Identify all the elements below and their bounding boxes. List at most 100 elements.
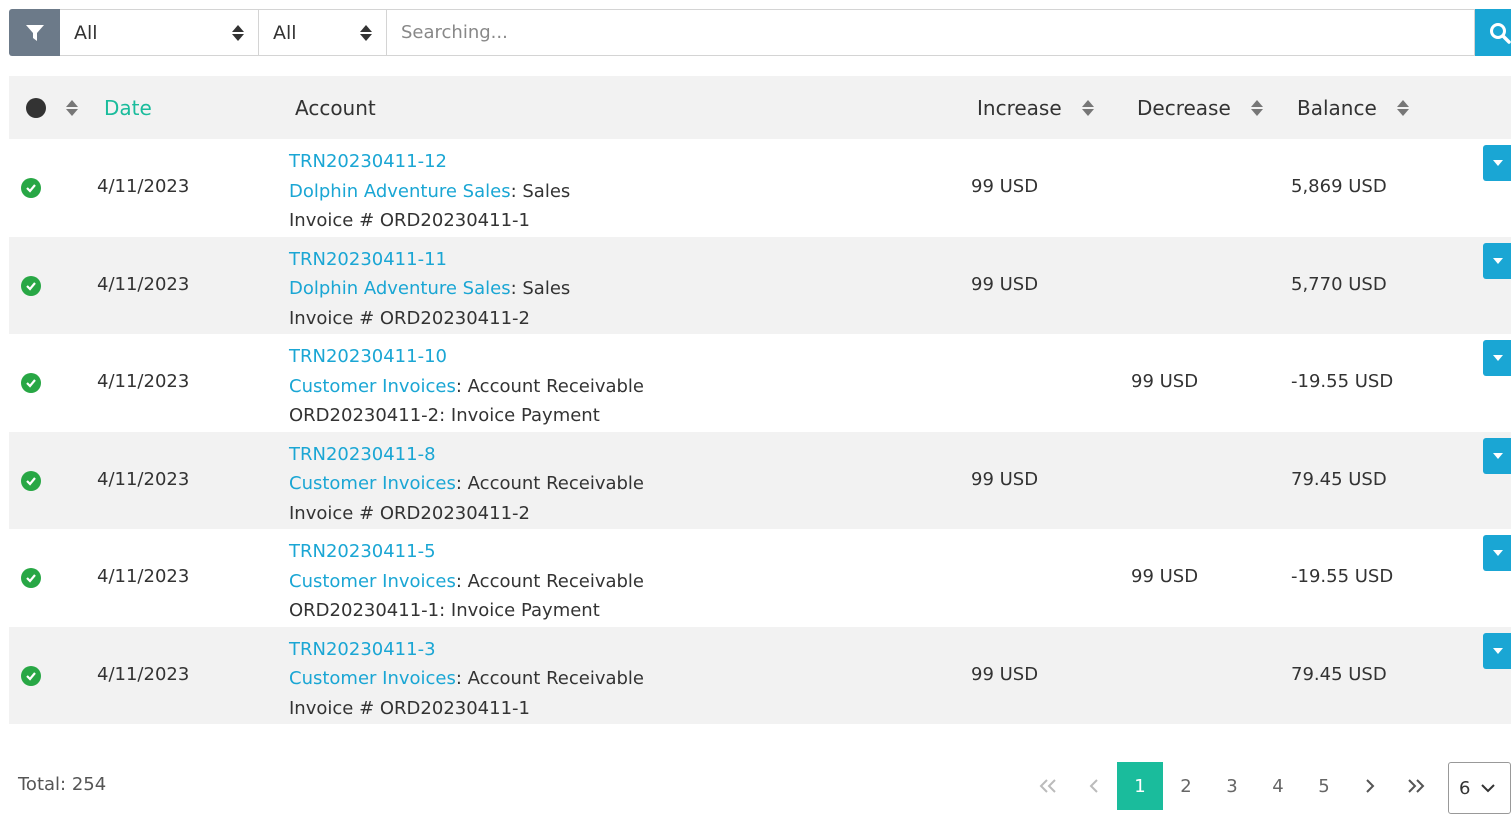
- table-header: Date Account Increase Decrease Balance: [9, 76, 1511, 139]
- increase-header-label: Increase: [977, 95, 1062, 120]
- filter-select-2[interactable]: All: [259, 9, 387, 56]
- account-type: : Account Receivable: [455, 570, 645, 592]
- account-link[interactable]: Customer Invoices: [289, 376, 456, 397]
- caret-down-icon: [1493, 160, 1503, 166]
- account-type: : Account Receivable: [455, 668, 645, 689]
- balance-column-header[interactable]: Balance: [1297, 76, 1409, 139]
- search-icon: [1490, 22, 1511, 44]
- row-menu-button[interactable]: [1483, 535, 1511, 571]
- row-memo: Invoice # ORD20230411-1: [289, 210, 530, 231]
- row-account: TRN20230411-5 Customer Invoices: Account…: [289, 537, 644, 626]
- caret-down-icon: [1493, 257, 1503, 264]
- page-button-5[interactable]: 5: [1301, 762, 1347, 810]
- filter-button[interactable]: [9, 9, 60, 56]
- transaction-link[interactable]: TRN20230411-12: [289, 151, 447, 172]
- row-date: 4/11/2023: [97, 371, 190, 392]
- transaction-link[interactable]: TRN20230411-3: [289, 639, 436, 660]
- select-arrows-icon: [360, 24, 372, 41]
- transaction-link[interactable]: TRN20230411-8: [289, 444, 436, 465]
- row-memo: ORD20230411-1: Invoice Payment: [289, 600, 600, 621]
- status-dot-icon: [26, 97, 46, 118]
- row-balance: 79.45 USD: [1291, 468, 1387, 490]
- chevron-right-icon: [1366, 779, 1375, 793]
- balance-header-label: Balance: [1297, 95, 1377, 120]
- row-decrease: 99 USD: [1131, 371, 1199, 392]
- page-size-value: 6: [1459, 777, 1471, 799]
- row-date: 4/11/2023: [97, 663, 190, 685]
- row-menu-button[interactable]: [1483, 145, 1511, 181]
- page-size-select[interactable]: 6: [1448, 762, 1511, 814]
- table-row: 4/11/2023 TRN20230411-8 Customer Invoice…: [9, 431, 1511, 529]
- row-balance: -19.55 USD: [1291, 566, 1394, 587]
- page-button-1[interactable]: 1: [1117, 762, 1163, 810]
- page-button-2[interactable]: 2: [1163, 762, 1209, 810]
- transaction-link[interactable]: TRN20230411-10: [289, 346, 447, 367]
- search-button[interactable]: [1475, 9, 1511, 56]
- row-memo: ORD20230411-2: Invoice Payment: [289, 405, 600, 426]
- row-menu-button[interactable]: [1483, 632, 1511, 669]
- filter-select-1[interactable]: All: [60, 9, 259, 56]
- row-account: TRN20230411-11 Dolphin Adventure Sales: …: [289, 245, 570, 334]
- check-circle-icon: [21, 178, 41, 198]
- row-account: TRN20230411-8 Customer Invoices: Account…: [289, 440, 644, 529]
- account-link[interactable]: Customer Invoices: [289, 571, 456, 592]
- row-menu-button[interactable]: [1483, 340, 1511, 376]
- account-link[interactable]: Dolphin Adventure Sales: [289, 278, 511, 299]
- row-increase: 99 USD: [971, 273, 1039, 295]
- table-row: 4/11/2023 TRN20230411-3 Customer Invoice…: [9, 626, 1511, 724]
- chevron-left-icon: [1089, 779, 1098, 793]
- row-date: 4/11/2023: [97, 273, 190, 295]
- date-column-header[interactable]: Date: [104, 76, 152, 139]
- row-menu-button[interactable]: [1483, 437, 1511, 474]
- transaction-link[interactable]: TRN20230411-5: [289, 541, 436, 562]
- chevron-down-icon: [1481, 784, 1496, 793]
- row-decrease: 99 USD: [1131, 566, 1199, 587]
- filter-bar: All All: [9, 9, 1511, 56]
- table-row: 4/11/2023 TRN20230411-12 Dolphin Adventu…: [9, 139, 1511, 237]
- page-button-4[interactable]: 4: [1255, 762, 1301, 810]
- account-link[interactable]: Customer Invoices: [289, 473, 456, 494]
- prev-page-button[interactable]: [1071, 762, 1117, 810]
- account-link[interactable]: Dolphin Adventure Sales: [289, 181, 511, 202]
- row-balance: 5,770 USD: [1291, 273, 1387, 295]
- row-menu-button[interactable]: [1483, 242, 1511, 279]
- account-type: : Account Receivable: [455, 375, 645, 397]
- row-increase: 99 USD: [971, 468, 1039, 490]
- row-account: TRN20230411-12 Dolphin Adventure Sales: …: [289, 147, 570, 236]
- row-date: 4/11/2023: [97, 468, 190, 490]
- total-count: Total: 254: [18, 774, 107, 795]
- account-type: : Account Receivable: [455, 473, 645, 494]
- sort-icon[interactable]: [1081, 99, 1094, 116]
- sort-icon[interactable]: [1396, 99, 1409, 116]
- account-type: : Sales: [510, 278, 571, 299]
- first-page-button[interactable]: [1025, 762, 1071, 810]
- sort-icon[interactable]: [66, 99, 78, 116]
- account-link[interactable]: Customer Invoices: [289, 668, 456, 689]
- page-button-3[interactable]: 3: [1209, 762, 1255, 810]
- row-date: 4/11/2023: [97, 176, 190, 197]
- search-input[interactable]: [387, 9, 1475, 56]
- row-balance: -19.55 USD: [1291, 371, 1394, 392]
- check-circle-icon: [21, 373, 41, 393]
- check-circle-icon: [21, 665, 41, 686]
- caret-down-icon: [1493, 355, 1503, 361]
- filter-icon: [25, 24, 44, 41]
- table-row: 4/11/2023 TRN20230411-11 Dolphin Adventu…: [9, 236, 1511, 334]
- row-increase: 99 USD: [971, 176, 1039, 197]
- decrease-column-header[interactable]: Decrease: [1137, 76, 1263, 139]
- select-arrows-icon: [232, 24, 244, 41]
- decrease-header-label: Decrease: [1137, 95, 1231, 120]
- row-increase: 99 USD: [971, 663, 1039, 685]
- row-account: TRN20230411-10 Customer Invoices: Accoun…: [289, 342, 644, 431]
- row-balance: 5,869 USD: [1291, 176, 1387, 197]
- increase-column-header[interactable]: Increase: [977, 76, 1094, 139]
- next-page-button[interactable]: [1347, 762, 1393, 810]
- double-chevron-right-icon: [1408, 779, 1425, 793]
- filter-select-1-value: All: [74, 21, 98, 44]
- last-page-button[interactable]: [1393, 762, 1439, 810]
- status-column-header[interactable]: [26, 76, 78, 139]
- sort-icon[interactable]: [1250, 99, 1263, 116]
- row-date: 4/11/2023: [97, 566, 190, 587]
- transaction-link[interactable]: TRN20230411-11: [289, 249, 447, 270]
- account-column-header: Account: [295, 95, 376, 120]
